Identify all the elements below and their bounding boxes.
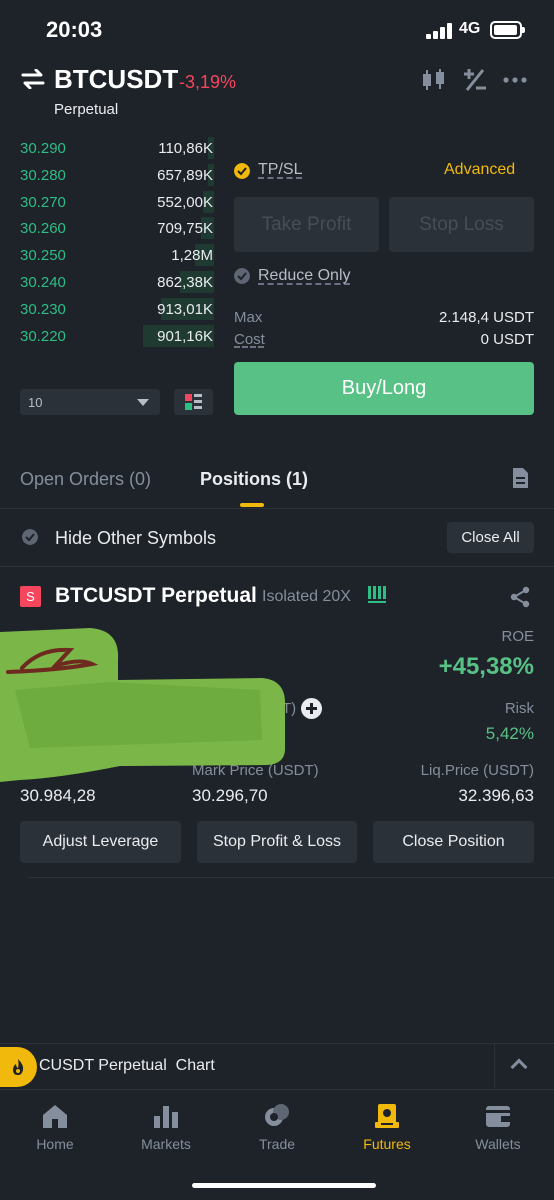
card-divider: [28, 877, 554, 878]
swap-icon[interactable]: [21, 69, 45, 89]
risk-value: 5,42%: [485, 724, 534, 743]
take-profit-button[interactable]: Take Profit: [234, 197, 379, 252]
close-all-button[interactable]: Close All: [447, 522, 534, 553]
orderbook-price: 30.260: [20, 220, 66, 238]
tpsl-label[interactable]: TP/SL: [258, 161, 302, 179]
orderbook-layout-icon[interactable]: [174, 389, 213, 415]
adjust-leverage-button[interactable]: Adjust Leverage: [20, 821, 181, 863]
trade-icon: [265, 1104, 289, 1126]
orderbook-row[interactable]: 30.230 913,01K: [0, 297, 216, 320]
liq-price-value: 32.396,63: [458, 786, 534, 805]
position-symbol[interactable]: BTCUSDT Perpetual: [55, 584, 257, 608]
nav-label-home: Home: [36, 1136, 74, 1152]
nav-label-wallets: Wallets: [475, 1136, 521, 1152]
network-type: 4G: [459, 20, 481, 37]
liq-price-label: Liq.Price (USDT): [420, 762, 534, 779]
calculator-icon[interactable]: [461, 66, 489, 94]
tab-open-orders[interactable]: Open Orders (0): [20, 469, 151, 490]
add-margin-icon[interactable]: [301, 698, 322, 719]
short-side-badge: S: [20, 586, 41, 607]
roe-value: +45,38%: [438, 653, 534, 680]
reduce-only-check-icon[interactable]: [234, 268, 250, 284]
home-icon: [43, 1105, 67, 1128]
orderbook-price: 30.270: [20, 193, 66, 211]
orderbook-row[interactable]: 30.260 709,75K: [0, 217, 216, 240]
stop-profit-loss-button[interactable]: Stop Profit & Loss: [197, 821, 357, 863]
futures-icon: [375, 1104, 399, 1128]
nav-item-wallets[interactable]: Wallets: [443, 1100, 553, 1160]
nav-label-futures: Futures: [363, 1136, 411, 1152]
nav-label-markets: Markets: [141, 1136, 191, 1152]
orderbook-row[interactable]: 30.290 110,86K: [0, 137, 216, 159]
order-history-icon[interactable]: [511, 467, 529, 489]
orderbook-row[interactable]: 30.220 901,16K: [0, 324, 216, 347]
nav-item-markets[interactable]: Markets: [111, 1100, 221, 1160]
reduce-only-label[interactable]: Reduce Only: [258, 267, 351, 285]
orderbook-row[interactable]: 30.270 552,00K: [0, 190, 216, 213]
price-change: -3,19%: [179, 72, 237, 92]
chart-label[interactable]: CUSDT Perpetual Chart: [39, 1057, 215, 1075]
contract-type: Perpetual: [54, 101, 119, 118]
nav-item-home[interactable]: Home: [0, 1100, 110, 1160]
candlestick-icon[interactable]: [420, 66, 448, 94]
advanced-link[interactable]: Advanced: [444, 161, 515, 179]
orderbook-price: 30.290: [20, 140, 66, 157]
fire-icon: [13, 1059, 24, 1075]
leverage-bars-icon: [368, 586, 386, 603]
cellular-signal-icon: [426, 23, 452, 39]
buy-long-button[interactable]: Buy/Long: [234, 362, 534, 415]
orderbook-qty: 1,28M: [171, 247, 213, 265]
nav-item-futures[interactable]: Futures: [332, 1100, 442, 1160]
orderbook-qty: 657,89K: [157, 166, 213, 184]
stop-loss-button[interactable]: Stop Loss: [389, 197, 534, 252]
nav-label-trade: Trade: [258, 1136, 296, 1152]
nav-item-trade[interactable]: Trade: [222, 1100, 332, 1160]
tpsl-check-icon[interactable]: [234, 163, 250, 179]
orderbook-row[interactable]: 30.240 862,38K: [0, 271, 216, 293]
orderbook-qty: 110,86K: [158, 140, 213, 157]
home-indicator: [192, 1183, 376, 1188]
orderbook-row[interactable]: 30.280 657,89K: [0, 163, 216, 186]
orderbook-price: 30.230: [20, 300, 66, 318]
redaction-scribble: [0, 628, 286, 782]
margin-mode-leverage: Isolated 20X: [262, 588, 351, 605]
risk-label: Risk: [504, 700, 534, 717]
orderbook-price: 30.250: [20, 247, 66, 265]
orderbook-qty: 913,01K: [157, 300, 213, 318]
hide-symbols-check-icon[interactable]: [22, 529, 38, 545]
tab-positions[interactable]: Positions (1): [200, 469, 308, 490]
close-position-button[interactable]: Close Position: [373, 821, 534, 863]
active-tab-indicator: [240, 503, 264, 507]
roe-label: ROE: [501, 628, 534, 645]
orderbook-price: 30.220: [20, 327, 66, 345]
depth-value: 10: [28, 395, 43, 410]
wallets-icon: [486, 1106, 510, 1127]
orderbook-qty: 901,16K: [157, 327, 213, 345]
filter-divider: [0, 566, 554, 567]
dropdown-caret-icon: [137, 399, 149, 406]
status-bar: 20:03 4G: [0, 0, 554, 60]
orderbook-price: 30.240: [20, 274, 66, 291]
status-time: 20:03: [46, 17, 103, 42]
max-value: 2.148,4 USDT: [438, 309, 534, 326]
battery-icon: [490, 21, 525, 39]
orderbook-price: 30.280: [20, 166, 66, 184]
max-label: Max: [234, 309, 263, 326]
cost-label[interactable]: Cost: [234, 331, 265, 348]
chart-separator: [494, 1044, 495, 1088]
orderbook-row[interactable]: 30.250 1,28M: [0, 244, 216, 267]
tabs-divider: [0, 508, 554, 509]
symbol-title[interactable]: BTCUSDT: [54, 64, 178, 95]
share-icon[interactable]: [509, 586, 531, 608]
depth-select[interactable]: 10: [20, 389, 160, 415]
cost-value: 0 USDT: [480, 331, 534, 348]
orderbook-qty: 709,75K: [157, 220, 213, 238]
orderbook-qty: 862,38K: [157, 274, 213, 291]
orderbook-qty: 552,00K: [157, 193, 213, 211]
more-icon[interactable]: [501, 66, 529, 94]
hide-other-symbols-label[interactable]: Hide Other Symbols: [55, 528, 216, 549]
markets-icon: [154, 1106, 178, 1128]
